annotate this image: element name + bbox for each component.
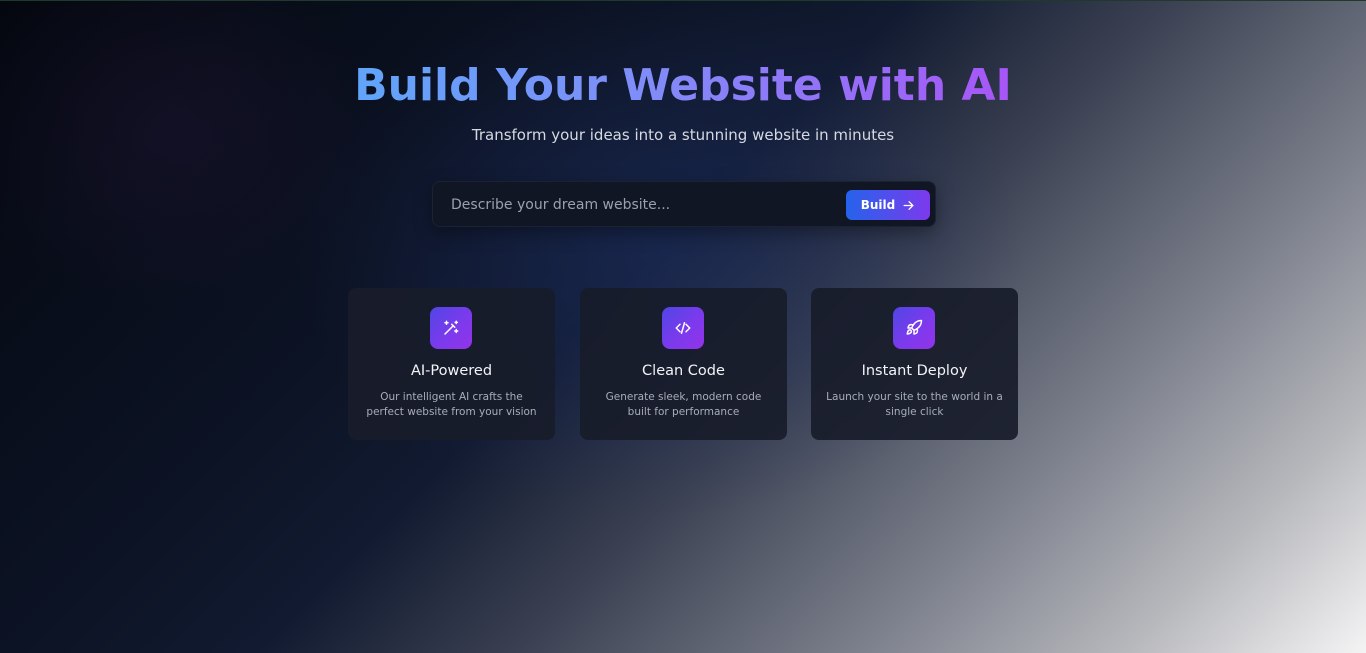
build-button-label: Build [860, 198, 896, 212]
page-title: Build Your Website with AI [0, 56, 1366, 116]
feature-card-ai-powered: AI-Powered Our intelligent AI crafts the… [348, 288, 555, 440]
page-subtitle: Transform your ideas into a stunning web… [471, 126, 895, 144]
feature-description: Launch your site to the world in a singl… [826, 391, 1003, 418]
feature-title: AI-Powered [410, 363, 493, 379]
code-icon [675, 322, 691, 334]
website-description-input[interactable] [449, 182, 843, 228]
feature-icon-badge [893, 307, 935, 349]
feature-description: Our intelligent AI crafts the perfect we… [366, 391, 537, 418]
feature-card-instant-deploy: Instant Deploy Launch your site to the w… [811, 288, 1018, 440]
feature-icon-badge [662, 307, 704, 349]
top-border [0, 0, 1366, 1]
page-title-text: Build Your Website with AI [354, 60, 1012, 111]
build-button[interactable]: Build [846, 190, 930, 220]
feature-title: Clean Code [642, 363, 725, 379]
arrow-right-icon [903, 200, 914, 210]
feature-description: Generate sleek, modern code built for pe… [605, 391, 762, 418]
feature-icon-badge [430, 307, 472, 349]
rocket-icon [906, 319, 923, 335]
feature-title: Instant Deploy [861, 363, 968, 379]
feature-card-clean-code: Clean Code Generate sleek, modern code b… [580, 288, 787, 440]
magic-wand-icon [444, 320, 459, 335]
prompt-form: Build [432, 181, 936, 228]
